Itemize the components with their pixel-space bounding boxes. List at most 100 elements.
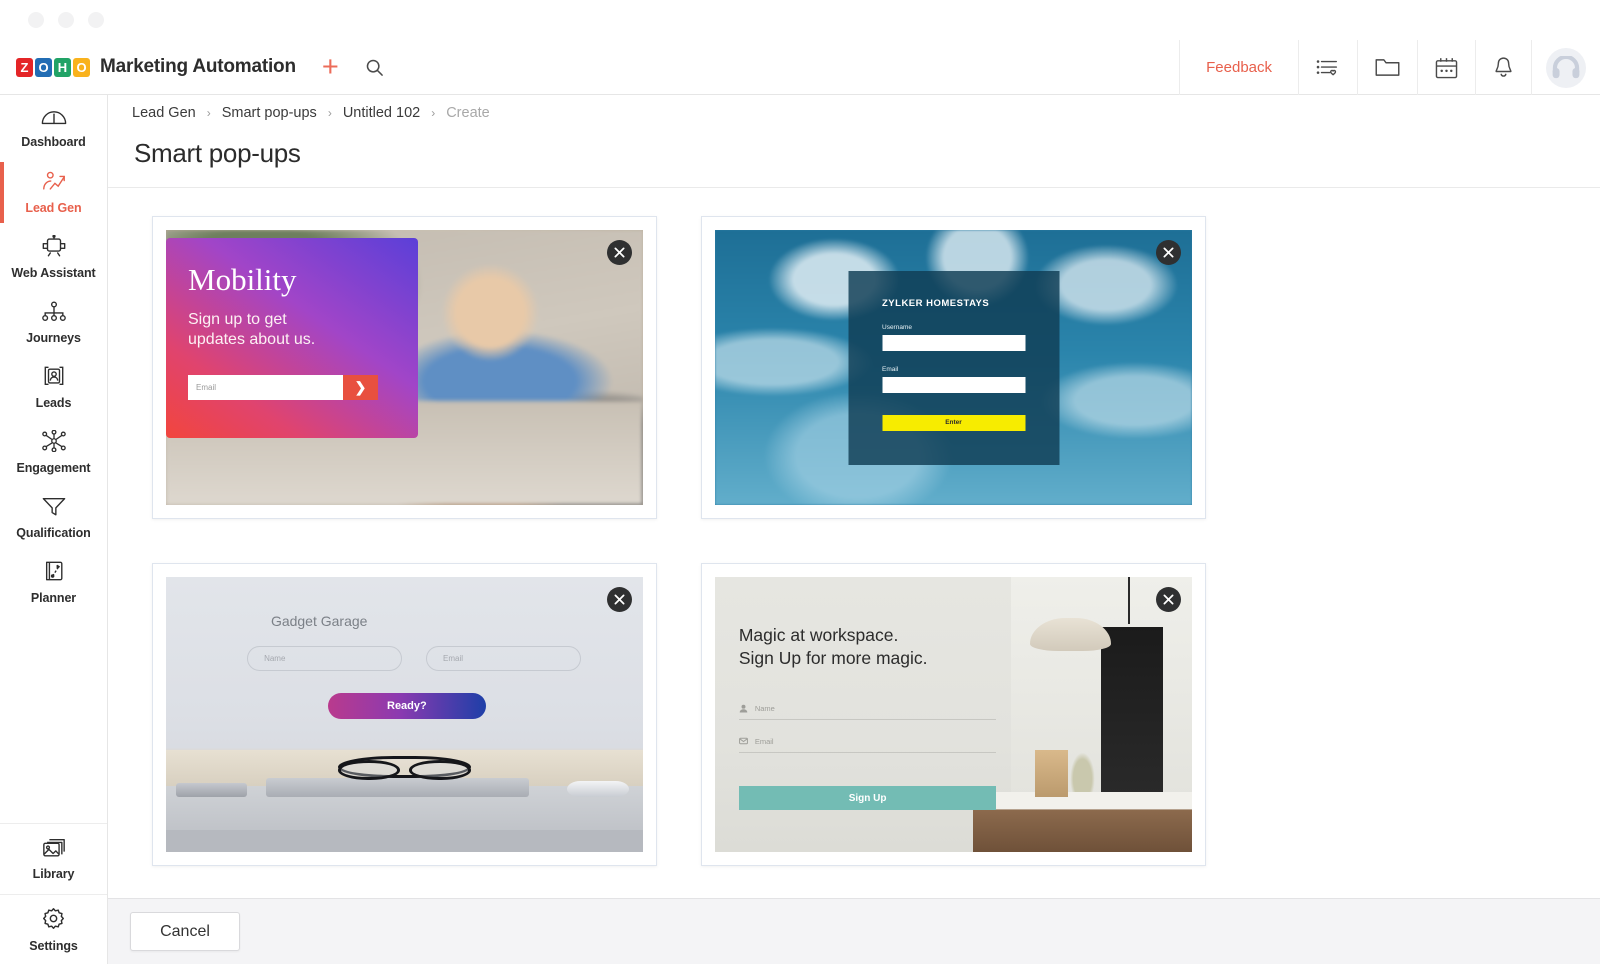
template-card-gadget-garage[interactable]: Gadget Garage Name Email Ready?	[152, 563, 657, 866]
email-placeholder: Email	[754, 736, 774, 746]
name-field[interactable]: Name	[738, 703, 997, 720]
window-titlebar	[0, 0, 1600, 40]
close-icon[interactable]	[1156, 587, 1181, 612]
close-icon[interactable]	[1156, 240, 1181, 265]
close-icon[interactable]	[607, 240, 632, 265]
name-field[interactable]: Name	[247, 645, 403, 671]
preview-photo-laptop	[266, 777, 529, 797]
main-content: Lead Gen › Smart pop-ups › Untitled 102 …	[108, 95, 1600, 964]
engagement-network-icon	[41, 429, 67, 457]
sidebar-item-label: Engagement	[16, 461, 91, 475]
template-card-mobility[interactable]: Mobility Sign up to get updates about us.…	[152, 216, 657, 519]
sidebar-secondary-nav: Library Settings	[0, 823, 107, 964]
popup-title: ZYLKER HOMESTAYS	[882, 297, 990, 309]
dashboard-gauge-icon	[41, 106, 67, 131]
breadcrumb-item-smart-popups[interactable]: Smart pop-ups	[222, 105, 317, 121]
leads-person-icon	[43, 365, 65, 392]
name-placeholder: Name	[754, 703, 775, 713]
email-field[interactable]: Email	[738, 736, 997, 753]
calendar-icon[interactable]	[1417, 40, 1475, 95]
top-bar: Z O H O Marketing Automation + Feedback	[0, 40, 1600, 95]
sidebar-item-engagement[interactable]: Engagement	[0, 420, 107, 485]
breadcrumb-item-lead-gen[interactable]: Lead Gen	[132, 105, 196, 121]
app-title: Marketing Automation	[100, 56, 296, 77]
sidebar-item-label: Planner	[30, 591, 77, 605]
template-card-zylker-homestays[interactable]: ZYLKER HOMESTAYS Username Email Enter	[701, 216, 1206, 519]
email-label: Email	[882, 365, 899, 373]
email-field[interactable]	[882, 376, 1025, 393]
preview-photo-plant	[1068, 747, 1097, 792]
email-field[interactable]: Email	[188, 375, 343, 400]
breadcrumb: Lead Gen › Smart pop-ups › Untitled 102 …	[108, 95, 1600, 130]
ready-button[interactable]: Ready?	[328, 692, 486, 719]
sidebar-item-library[interactable]: Library	[0, 824, 107, 894]
sidebar-primary-nav: Dashboard Lead Gen Web Assistant Journey…	[0, 95, 107, 615]
popup-title: Gadget Garage	[270, 612, 368, 629]
sidebar-item-dashboard[interactable]: Dashboard	[0, 95, 107, 160]
search-icon[interactable]	[365, 58, 384, 77]
list-favorites-icon[interactable]	[1298, 40, 1357, 95]
sidebar: Dashboard Lead Gen Web Assistant Journey…	[0, 95, 108, 964]
library-images-icon	[42, 837, 66, 863]
template-preview: Mobility Sign up to get updates about us.…	[166, 230, 643, 505]
sidebar-item-label: Qualification	[16, 525, 91, 540]
lead-gen-icon	[41, 171, 67, 197]
template-card-magic-at-workspace[interactable]: Magic at workspace. Sign Up for more mag…	[701, 563, 1206, 866]
web-assistant-icon	[41, 234, 67, 262]
template-preview: ZYLKER HOMESTAYS Username Email Enter	[715, 230, 1192, 505]
window-minimize-dot[interactable]	[58, 12, 74, 28]
feedback-button[interactable]: Feedback	[1179, 40, 1298, 95]
username-field[interactable]	[882, 334, 1025, 351]
email-field[interactable]: Email	[426, 645, 582, 671]
popup-form: Email ❯	[188, 375, 378, 400]
sidebar-item-label: Lead Gen	[25, 200, 82, 215]
preview-photo-foreground	[166, 830, 643, 852]
logo-letter-o1: O	[35, 57, 52, 77]
sidebar-item-label: Dashboard	[21, 135, 86, 149]
sidebar-item-lead-gen[interactable]: Lead Gen	[0, 160, 107, 225]
popup-mobility: Mobility Sign up to get updates about us.…	[166, 238, 418, 438]
popup-title-line1: Magic at workspace.	[738, 624, 899, 645]
sidebar-item-journeys[interactable]: Journeys	[0, 290, 107, 355]
close-icon[interactable]	[607, 587, 632, 612]
sidebar-item-leads[interactable]: Leads	[0, 355, 107, 420]
footer-bar: Cancel	[108, 898, 1600, 964]
sidebar-item-label: Library	[32, 867, 75, 881]
window-close-dot[interactable]	[28, 12, 44, 28]
popup-zylker: ZYLKER HOMESTAYS Username Email Enter	[848, 270, 1059, 465]
avatar[interactable]	[1531, 40, 1600, 95]
mail-icon	[738, 737, 748, 746]
sidebar-item-planner[interactable]: Planner	[0, 550, 107, 615]
app-window: Z O H O Marketing Automation + Feedback	[0, 0, 1600, 964]
top-bar-right: Feedback	[1179, 40, 1600, 95]
bell-icon[interactable]	[1475, 40, 1531, 95]
logo-letter-o2: O	[73, 57, 90, 77]
breadcrumb-item-untitled[interactable]: Untitled 102	[343, 105, 420, 121]
folder-icon[interactable]	[1357, 40, 1417, 95]
journeys-tree-icon	[41, 301, 67, 327]
preview-photo-phone	[175, 783, 248, 797]
template-grid: Mobility Sign up to get updates about us.…	[108, 188, 1600, 964]
funnel-icon	[42, 496, 66, 522]
popup-title: Magic at workspace. Sign Up for more mag…	[739, 624, 928, 670]
popup-form: Name Email	[247, 645, 582, 671]
sidebar-item-web-assistant[interactable]: Web Assistant	[0, 225, 107, 290]
plus-icon[interactable]: +	[322, 52, 339, 82]
popup-title: Mobility	[188, 262, 297, 297]
sidebar-item-settings[interactable]: Settings	[0, 894, 107, 964]
cancel-button[interactable]: Cancel	[130, 912, 240, 951]
sidebar-item-label: Settings	[29, 938, 78, 953]
enter-button[interactable]: Enter	[882, 414, 1025, 431]
headset-avatar-icon	[1552, 55, 1580, 78]
planner-icon	[43, 560, 65, 587]
sidebar-item-qualification[interactable]: Qualification	[0, 485, 107, 550]
zoho-logo[interactable]: Z O H O	[16, 57, 90, 77]
sign-up-button[interactable]: Sign Up	[738, 786, 997, 810]
arrow-right-icon[interactable]: ❯	[343, 375, 378, 400]
popup-title-line2: Sign Up for more magic.	[738, 647, 928, 668]
preview-photo-mouse	[566, 780, 629, 797]
window-maximize-dot[interactable]	[88, 12, 104, 28]
preview-photo-glasses	[337, 755, 472, 780]
template-preview: Magic at workspace. Sign Up for more mag…	[715, 577, 1192, 852]
gear-icon	[42, 907, 65, 935]
